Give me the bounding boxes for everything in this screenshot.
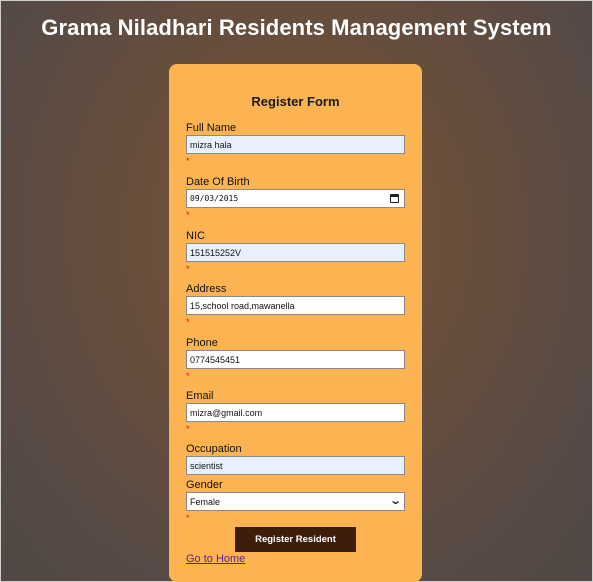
- required-marker: *: [186, 424, 190, 434]
- address-group: Address *: [186, 283, 405, 327]
- occupation-group: Occupation: [186, 443, 405, 475]
- nic-group: NIC *: [186, 230, 405, 274]
- form-title: Register Form: [251, 94, 340, 109]
- occupation-input[interactable]: [186, 456, 405, 475]
- dob-wrapper: [186, 189, 405, 208]
- gender-label: Gender: [186, 479, 223, 491]
- gender-select[interactable]: ⌄: [186, 492, 405, 511]
- nic-input[interactable]: [186, 243, 405, 262]
- full-name-label: Full Name: [186, 122, 237, 134]
- required-marker: *: [186, 513, 190, 523]
- phone-input[interactable]: [186, 350, 405, 369]
- dob-label: Date Of Birth: [186, 176, 250, 188]
- dob-group: Date Of Birth *: [186, 176, 405, 220]
- email-group: Email *: [186, 390, 405, 434]
- email-input[interactable]: [186, 403, 405, 422]
- full-name-input[interactable]: [186, 135, 405, 154]
- required-marker: *: [186, 317, 190, 327]
- required-marker: *: [186, 156, 190, 166]
- calendar-icon[interactable]: [390, 194, 399, 203]
- nic-label: NIC: [186, 230, 205, 242]
- go-to-home-link[interactable]: Go to Home: [186, 553, 245, 565]
- required-marker: *: [186, 264, 190, 274]
- required-marker: *: [186, 210, 190, 220]
- register-resident-button[interactable]: Register Resident: [235, 527, 356, 552]
- chevron-down-icon[interactable]: ⌄: [389, 495, 402, 507]
- phone-group: Phone *: [186, 337, 405, 381]
- register-form-card: Register Form Full Name * Date Of Birth …: [169, 64, 422, 582]
- app-title: Grama Niladhari Residents Management Sys…: [41, 15, 552, 40]
- gender-group: Gender ⌄ *: [186, 479, 405, 523]
- address-label: Address: [186, 283, 227, 295]
- gender-select-value[interactable]: [186, 492, 405, 511]
- address-input[interactable]: [186, 296, 405, 315]
- full-name-group: Full Name *: [186, 122, 405, 166]
- phone-label: Phone: [186, 337, 218, 349]
- dob-input[interactable]: [186, 189, 405, 208]
- email-label: Email: [186, 390, 214, 402]
- required-marker: *: [186, 371, 190, 381]
- occupation-label: Occupation: [186, 443, 242, 455]
